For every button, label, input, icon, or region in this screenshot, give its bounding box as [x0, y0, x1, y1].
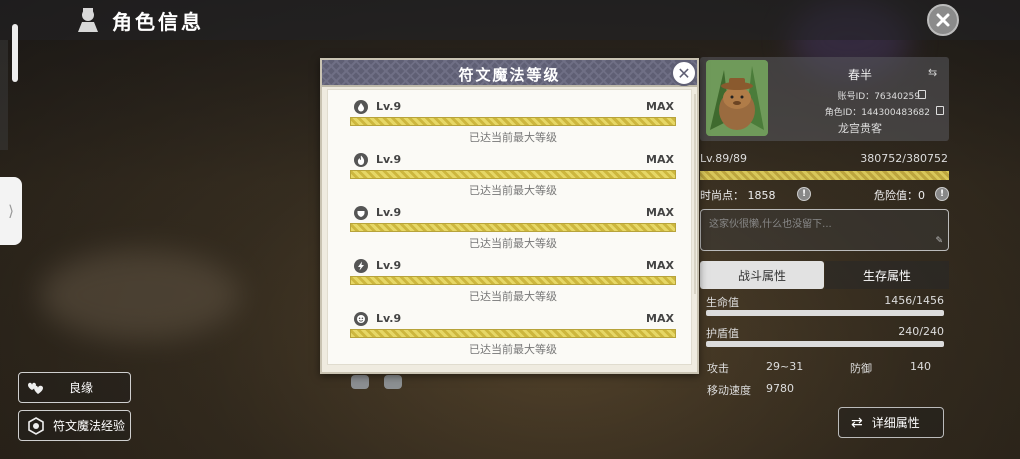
- copy-icon[interactable]: [936, 106, 944, 115]
- player-name: 春半: [847, 68, 872, 82]
- rune-max: MAX: [646, 259, 674, 272]
- rune-icon: [28, 416, 44, 435]
- role-id-label: 角色ID：: [824, 108, 862, 118]
- danger-value: 0: [918, 189, 925, 202]
- background-rock: [40, 250, 240, 340]
- rune-max: MAX: [646, 100, 674, 113]
- shield-icon: [354, 206, 368, 220]
- defense-value: 140: [910, 360, 931, 373]
- attack-value: 29~31: [766, 360, 804, 373]
- signature-placeholder: 这家伙很懒,什么也没留下...: [709, 219, 832, 230]
- detail-attributes-label: 详细属性: [871, 416, 920, 430]
- signature-field[interactable]: 这家伙很懒,什么也没留下... ✎: [700, 209, 949, 251]
- rune-max: MAX: [646, 206, 674, 219]
- account-id-row: 账号ID：76340259: [770, 89, 920, 102]
- rune-progress-bar: [350, 329, 676, 338]
- close-icon: [936, 13, 950, 27]
- rune-magic-level-dialog: 符文魔法等级 ✕ Lv.9 MAX 已达当前最大等级 Lv.9 MAX 已达当前…: [320, 58, 699, 374]
- hearts-icon: [28, 382, 43, 394]
- rune-list: Lv.9 MAX 已达当前最大等级 Lv.9 MAX 已达当前最大等级 Lv.9…: [327, 89, 696, 365]
- rune-max: MAX: [646, 153, 674, 166]
- rune-progress-bar: [350, 170, 676, 179]
- water-drop-icon: [354, 100, 368, 114]
- hp-label: 生命值: [706, 296, 739, 309]
- rune-magic-exp-button[interactable]: 符文魔法经验: [18, 410, 131, 441]
- danger-row: 危险值：0: [874, 187, 925, 203]
- danger-label: 危险值：: [874, 189, 918, 202]
- fashion-label: 时尚点：: [700, 189, 744, 202]
- scrollbar[interactable]: [12, 24, 18, 82]
- avatar[interactable]: [706, 60, 768, 136]
- rune-level: Lv.9: [376, 100, 402, 113]
- shield-value: 240/240: [898, 325, 944, 338]
- fashion-row: 时尚点： 1858: [700, 187, 776, 203]
- rune-level: Lv.9: [376, 312, 402, 325]
- info-icon[interactable]: !: [797, 187, 811, 201]
- role-id-value: 144300483682: [861, 108, 930, 118]
- exp-bar: [700, 171, 949, 180]
- dialog-title: 符文魔法等级: [458, 66, 561, 84]
- chevron-right-icon: ⟩: [8, 202, 14, 220]
- dialog-header: 符文魔法等级 ✕: [322, 60, 697, 87]
- speed-value: 9780: [766, 382, 794, 395]
- expand-side-tab[interactable]: ⟩: [0, 177, 22, 245]
- attack-label: 攻击: [707, 362, 729, 375]
- character-icon: [78, 8, 98, 32]
- hp-value: 1456/1456: [884, 294, 944, 307]
- level-text: Lv.89/89: [700, 152, 747, 165]
- dialog-close-button[interactable]: ✕: [671, 60, 697, 86]
- tab-combat-attributes[interactable]: 战斗属性: [700, 261, 824, 289]
- lightning-icon: [354, 259, 368, 273]
- copy-icon[interactable]: [918, 90, 926, 99]
- shield-label: 护盾值: [706, 327, 739, 340]
- page-title: 角色信息: [112, 10, 204, 34]
- edit-pen-icon[interactable]: ✎: [935, 236, 943, 246]
- left-panel-edge: [0, 40, 8, 150]
- rune-level: Lv.9: [376, 259, 402, 272]
- rune-note: 已达当前最大等级: [469, 184, 557, 197]
- rune-progress-bar: [350, 117, 676, 126]
- speed-label: 移动速度: [707, 384, 751, 397]
- info-icon[interactable]: !: [935, 187, 949, 201]
- rune-level: Lv.9: [376, 153, 402, 166]
- hp-bar: [706, 310, 944, 316]
- dialog-scrollbar[interactable]: [694, 94, 696, 294]
- capybara-avatar-icon: [706, 60, 768, 136]
- rune-level: Lv.9: [376, 206, 402, 219]
- flame-icon: [354, 153, 368, 167]
- good-fate-label: 良缘: [69, 381, 94, 395]
- switch-icon[interactable]: ⇆: [928, 66, 937, 79]
- defense-label: 防御: [850, 362, 872, 375]
- account-id-value: 76340259: [874, 92, 920, 102]
- face-icon: [354, 312, 368, 326]
- rune-progress-bar: [350, 276, 676, 285]
- rune-note: 已达当前最大等级: [469, 290, 557, 303]
- character-foot: [351, 375, 369, 389]
- shield-bar: [706, 341, 944, 347]
- rune-note: 已达当前最大等级: [469, 343, 557, 356]
- rank-title: 龙宫贵客: [838, 122, 882, 135]
- swap-arrows-icon: ⇄: [851, 414, 863, 431]
- fashion-value: 1858: [747, 189, 776, 202]
- rune-max: MAX: [646, 312, 674, 325]
- close-button[interactable]: [927, 4, 959, 36]
- good-fate-button[interactable]: 良缘: [18, 372, 131, 403]
- rune-note: 已达当前最大等级: [469, 237, 557, 250]
- rune-magic-exp-label: 符文魔法经验: [53, 419, 126, 433]
- account-id-label: 账号ID：: [837, 92, 875, 102]
- rune-note: 已达当前最大等级: [469, 131, 557, 144]
- exp-text: 380752/380752: [860, 152, 948, 165]
- tab-survival-attributes[interactable]: 生存属性: [825, 261, 949, 289]
- close-icon: ✕: [677, 63, 691, 83]
- role-id-row: 角色ID：144300483682: [770, 105, 930, 118]
- detail-attributes-button[interactable]: ⇄ 详细属性: [838, 407, 944, 438]
- rune-progress-bar: [350, 223, 676, 232]
- character-foot: [384, 375, 402, 389]
